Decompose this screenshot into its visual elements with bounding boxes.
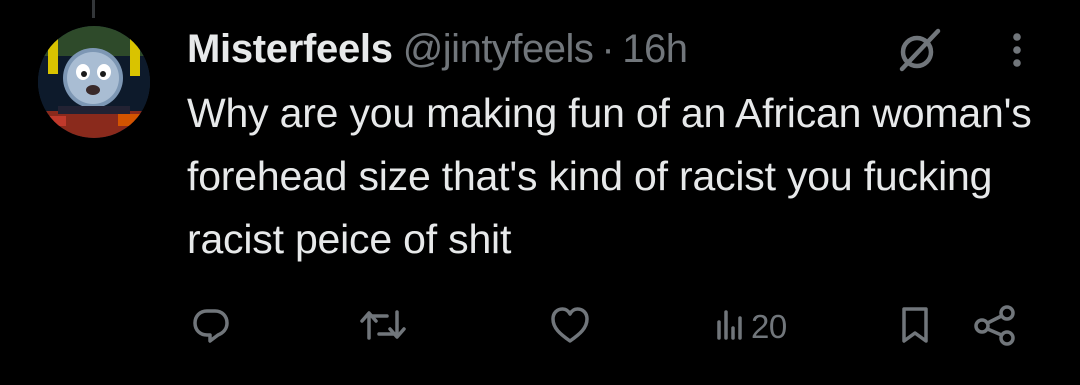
grok-icon[interactable]	[893, 26, 945, 74]
bookmark-icon	[898, 304, 932, 351]
bookmark-button[interactable]	[898, 302, 932, 352]
tweet-timestamp[interactable]: 16h	[622, 27, 688, 72]
tweet-body: Misterfeels @jintyfeels · 16h Why are yo…	[187, 22, 1040, 271]
author-display-name[interactable]: Misterfeels	[187, 27, 393, 72]
views-icon	[715, 304, 745, 351]
share-button[interactable]	[972, 302, 1020, 352]
share-icon	[972, 304, 1020, 351]
tweet-header: Misterfeels @jintyfeels · 16h	[187, 22, 1040, 76]
author-handle[interactable]: @jintyfeels	[403, 27, 594, 72]
more-icon[interactable]	[1002, 26, 1032, 74]
views-button[interactable]: 20	[715, 302, 787, 352]
tweet-text: Why are you making fun of an African wom…	[187, 90, 1032, 262]
tweet-actions: 20	[0, 302, 1080, 352]
like-icon	[548, 304, 592, 351]
avatar-image	[38, 26, 150, 138]
thread-connector-line	[92, 0, 95, 18]
header-separator: ·	[601, 26, 615, 71]
views-count: 20	[751, 308, 787, 345]
avatar[interactable]	[38, 26, 150, 138]
like-button[interactable]	[548, 302, 592, 352]
reply-button[interactable]	[190, 302, 232, 352]
retweet-button[interactable]	[358, 302, 408, 352]
retweet-icon	[358, 304, 408, 351]
reply-icon	[190, 304, 232, 351]
